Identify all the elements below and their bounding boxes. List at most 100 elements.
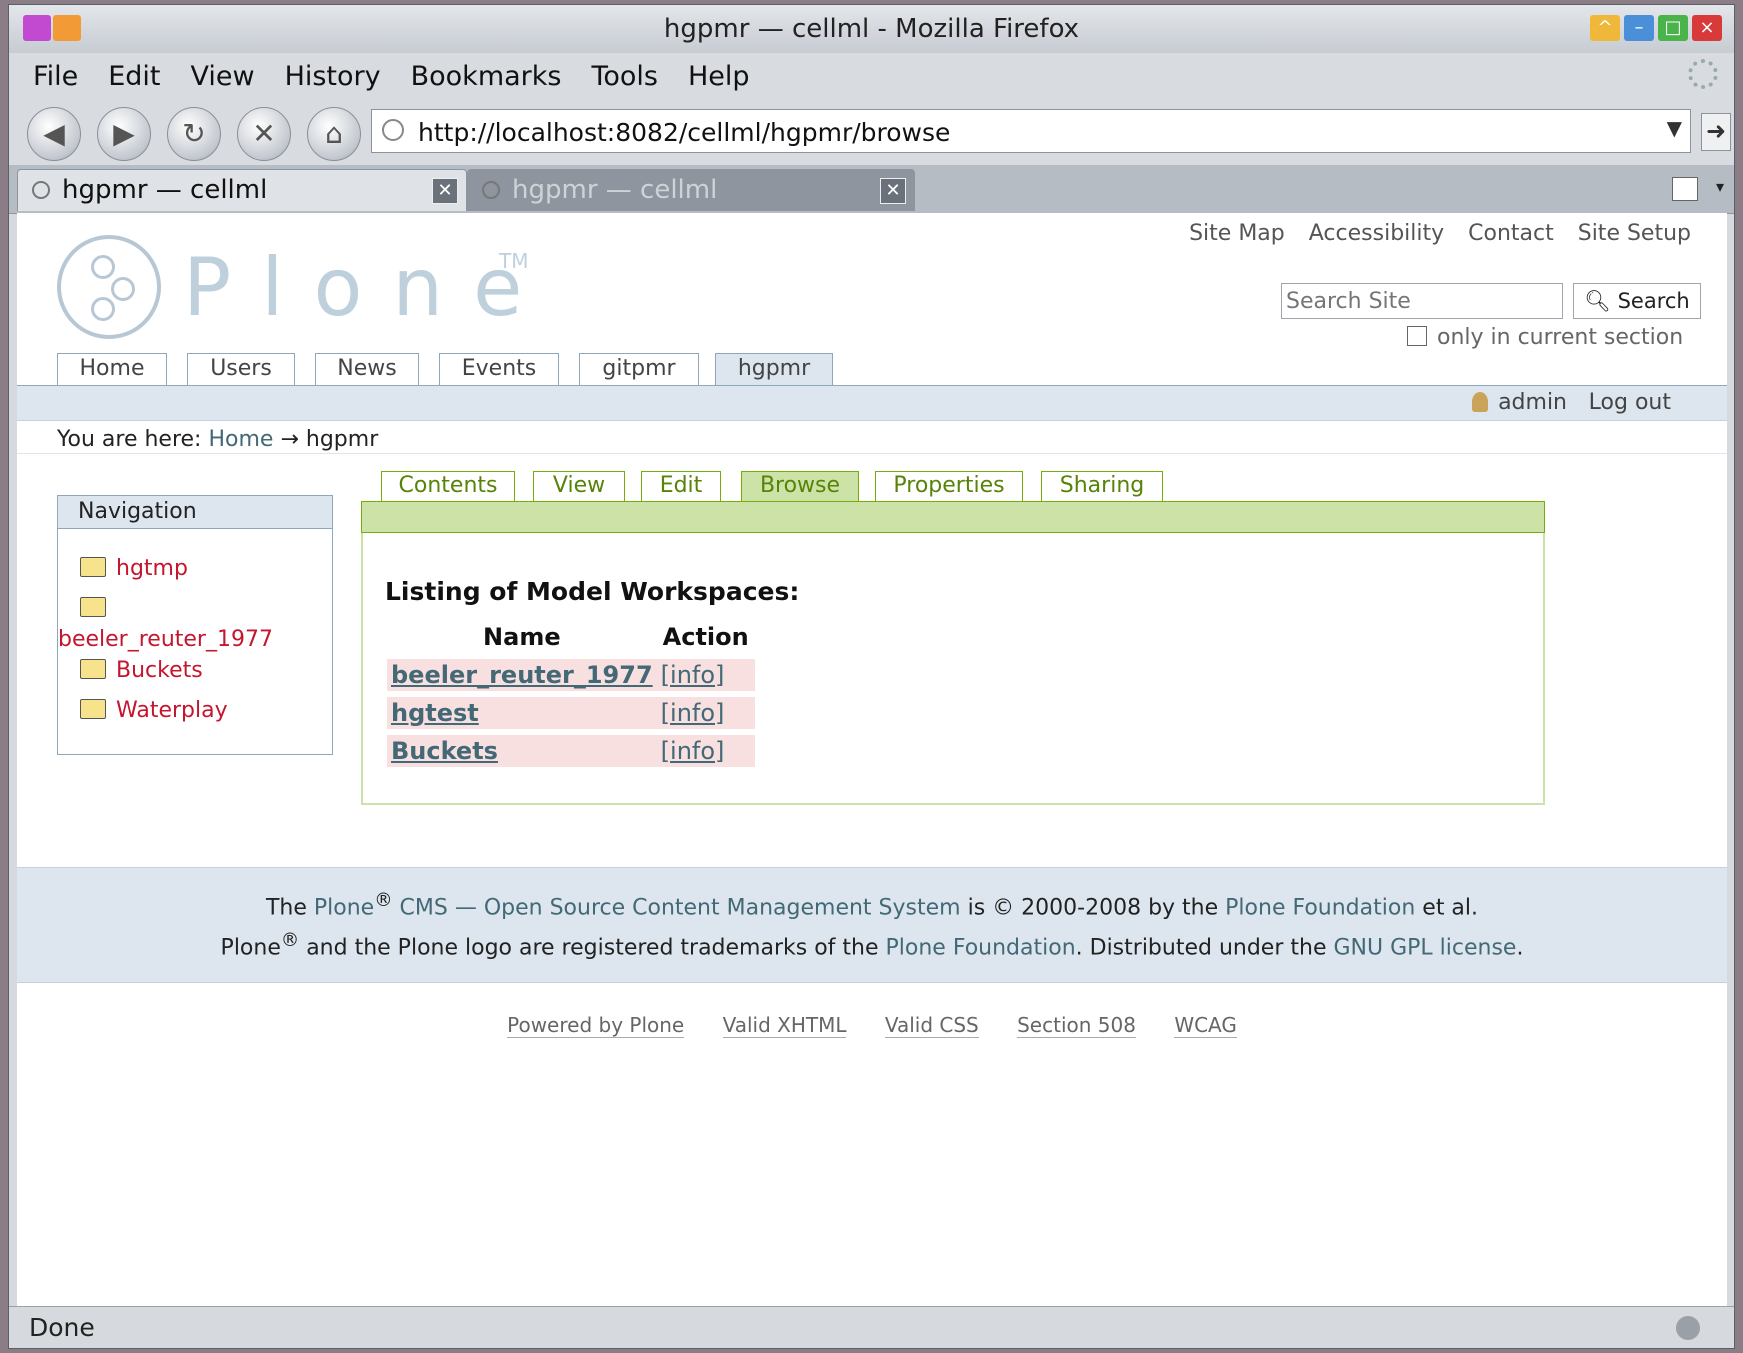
workspace-info-link[interactable]: [info] <box>661 737 725 765</box>
nav-item-buckets[interactable]: Buckets <box>80 658 203 683</box>
content-view-browse[interactable]: Browse <box>741 471 859 501</box>
footer-gpl-link[interactable]: GNU GPL license <box>1333 935 1516 960</box>
content-view-contents[interactable]: Contents <box>381 471 515 501</box>
table-header-row: Name Action <box>387 621 755 653</box>
nav-item-label: hgtmp <box>116 556 188 581</box>
menu-history[interactable]: History <box>285 61 381 92</box>
nav-item-beeler-reuter-1977[interactable]: beeler_reuter_1977 <box>58 596 273 652</box>
workspace-link[interactable]: beeler_reuter_1977 <box>391 661 653 689</box>
colophon-powered-by-plone[interactable]: Powered by Plone <box>507 1013 685 1038</box>
registered-mark: ® <box>280 930 300 951</box>
content-view-sharing[interactable]: Sharing <box>1041 471 1163 501</box>
user-link[interactable]: admin <box>1472 390 1567 415</box>
menu-help[interactable]: Help <box>688 61 750 92</box>
footer-text: is <box>967 895 986 921</box>
close-tab-icon[interactable]: ✕ <box>880 178 906 204</box>
tab-label: hgpmr — cellml <box>512 175 718 205</box>
forward-icon[interactable]: ▶ <box>97 107 151 161</box>
breadcrumb-prefix: You are here: <box>57 427 202 452</box>
url-input[interactable] <box>416 114 1630 150</box>
url-bar[interactable]: ▼ <box>371 109 1691 153</box>
stop-icon[interactable]: ✕ <box>237 107 291 161</box>
tab-label: hgpmr — cellml <box>62 175 268 205</box>
url-dropdown-icon[interactable]: ▼ <box>1667 116 1682 140</box>
footer-text: . Distributed under the <box>1075 935 1327 961</box>
only-current-section-checkbox[interactable] <box>1407 326 1427 346</box>
logout-link[interactable]: Log out <box>1589 390 1671 415</box>
only-current-section[interactable]: only in current section <box>1407 325 1683 350</box>
footer-foundation-link[interactable]: Plone Foundation <box>1225 895 1415 920</box>
portal-tab-events[interactable]: Events <box>439 353 559 385</box>
shade-window-icon[interactable]: ^ <box>1590 15 1620 41</box>
nav-item-hgtmp[interactable]: hgtmp <box>80 556 188 581</box>
maximize-window-icon[interactable]: □ <box>1658 15 1688 41</box>
footer-text: Plone <box>220 935 281 961</box>
site-action-sitemap[interactable]: Site Map <box>1189 221 1285 246</box>
logo-dot <box>111 277 135 301</box>
menu-edit[interactable]: Edit <box>108 61 160 92</box>
workspace-info-link[interactable]: [info] <box>661 699 725 727</box>
portal-tab-hgpmr[interactable]: hgpmr <box>715 353 833 386</box>
tab-list-icon[interactable]: ▾ <box>1716 177 1724 196</box>
reload-icon[interactable]: ↻ <box>167 107 221 161</box>
security-status-icon[interactable] <box>1676 1316 1700 1340</box>
search-input[interactable] <box>1281 283 1563 319</box>
menu-bookmarks[interactable]: Bookmarks <box>411 61 562 92</box>
portal-tabs: Home Users News Events gitpmr hgpmr <box>17 353 1727 386</box>
folder-icon <box>80 659 106 679</box>
menu-file[interactable]: File <box>33 61 78 92</box>
content-view-view[interactable]: View <box>533 471 625 501</box>
nav-item-label: Buckets <box>116 658 203 683</box>
menu-view[interactable]: View <box>190 61 254 92</box>
site-action-accessibility[interactable]: Accessibility <box>1309 221 1444 246</box>
close-window-icon[interactable]: × <box>1692 15 1722 41</box>
footer-cms-link[interactable]: CMS — Open Source Content Management Sys… <box>400 895 961 920</box>
menu-tools[interactable]: Tools <box>591 61 658 92</box>
table-row: beeler_reuter_1977 [info] <box>387 659 755 691</box>
workspace-link[interactable]: Buckets <box>391 737 498 765</box>
new-tab-icon[interactable] <box>1672 177 1698 201</box>
site-identity-icon[interactable] <box>382 119 404 141</box>
tab-inactive[interactable]: hgpmr — cellml ✕ <box>467 169 915 211</box>
go-icon[interactable]: ➜ <box>1701 113 1731 151</box>
back-icon[interactable]: ◀ <box>27 107 81 161</box>
colophon-valid-css[interactable]: Valid CSS <box>884 1013 979 1038</box>
table-row: Buckets [info] <box>387 735 755 767</box>
throbber-icon <box>1688 59 1718 89</box>
colophon-section-508[interactable]: Section 508 <box>1017 1013 1136 1038</box>
plone-logo-circle <box>57 235 161 339</box>
footer-line-2: Plone® and the Plone logo are registered… <box>17 930 1727 960</box>
content-actions-bar <box>361 501 1545 533</box>
navigation-toolbar: ◀ ▶ ↻ ✕ ⌂ ▼ ➜ <box>9 99 1734 165</box>
folder-icon <box>80 699 106 719</box>
footer-foundation-link[interactable]: Plone Foundation <box>886 935 1076 960</box>
search-button-label: Search <box>1617 289 1690 313</box>
footer-plone-link[interactable]: Plone <box>314 895 374 920</box>
close-tab-icon[interactable]: ✕ <box>432 178 458 204</box>
content-view-properties[interactable]: Properties <box>875 471 1023 501</box>
site-action-setup[interactable]: Site Setup <box>1578 221 1691 246</box>
nav-item-waterplay[interactable]: Waterplay <box>80 698 228 723</box>
user-name: admin <box>1498 390 1567 415</box>
content-view-edit[interactable]: Edit <box>641 471 721 501</box>
breadcrumb-home[interactable]: Home <box>208 427 273 452</box>
site-action-contact[interactable]: Contact <box>1468 221 1554 246</box>
navigation-portlet: Navigation hgtmp beeler_reuter_1977 Buck… <box>57 495 333 755</box>
folder-icon <box>80 557 106 577</box>
tab-active[interactable]: hgpmr — cellml ✕ <box>17 169 467 211</box>
portal-tab-gitpmr[interactable]: gitpmr <box>579 353 699 385</box>
workspace-link[interactable]: hgtest <box>391 699 479 727</box>
home-icon[interactable]: ⌂ <box>307 107 361 161</box>
listing-title: Listing of Model Workspaces: <box>385 577 800 606</box>
colophon-valid-xhtml[interactable]: Valid XHTML <box>722 1013 847 1038</box>
portal-tab-users[interactable]: Users <box>187 353 295 385</box>
workspace-info-link[interactable]: [info] <box>661 661 725 689</box>
colophon-wcag[interactable]: WCAG <box>1174 1013 1237 1038</box>
tab-favicon-icon <box>32 181 50 199</box>
minimize-window-icon[interactable]: – <box>1624 15 1654 41</box>
portal-tab-home[interactable]: Home <box>57 353 167 385</box>
breadcrumb-divider <box>17 453 1727 454</box>
search-button[interactable]: 🔍︎ Search <box>1573 283 1701 319</box>
portal-tab-news[interactable]: News <box>315 353 419 385</box>
site-actions: Site Map Accessibility Contact Site Setu… <box>1189 221 1691 246</box>
